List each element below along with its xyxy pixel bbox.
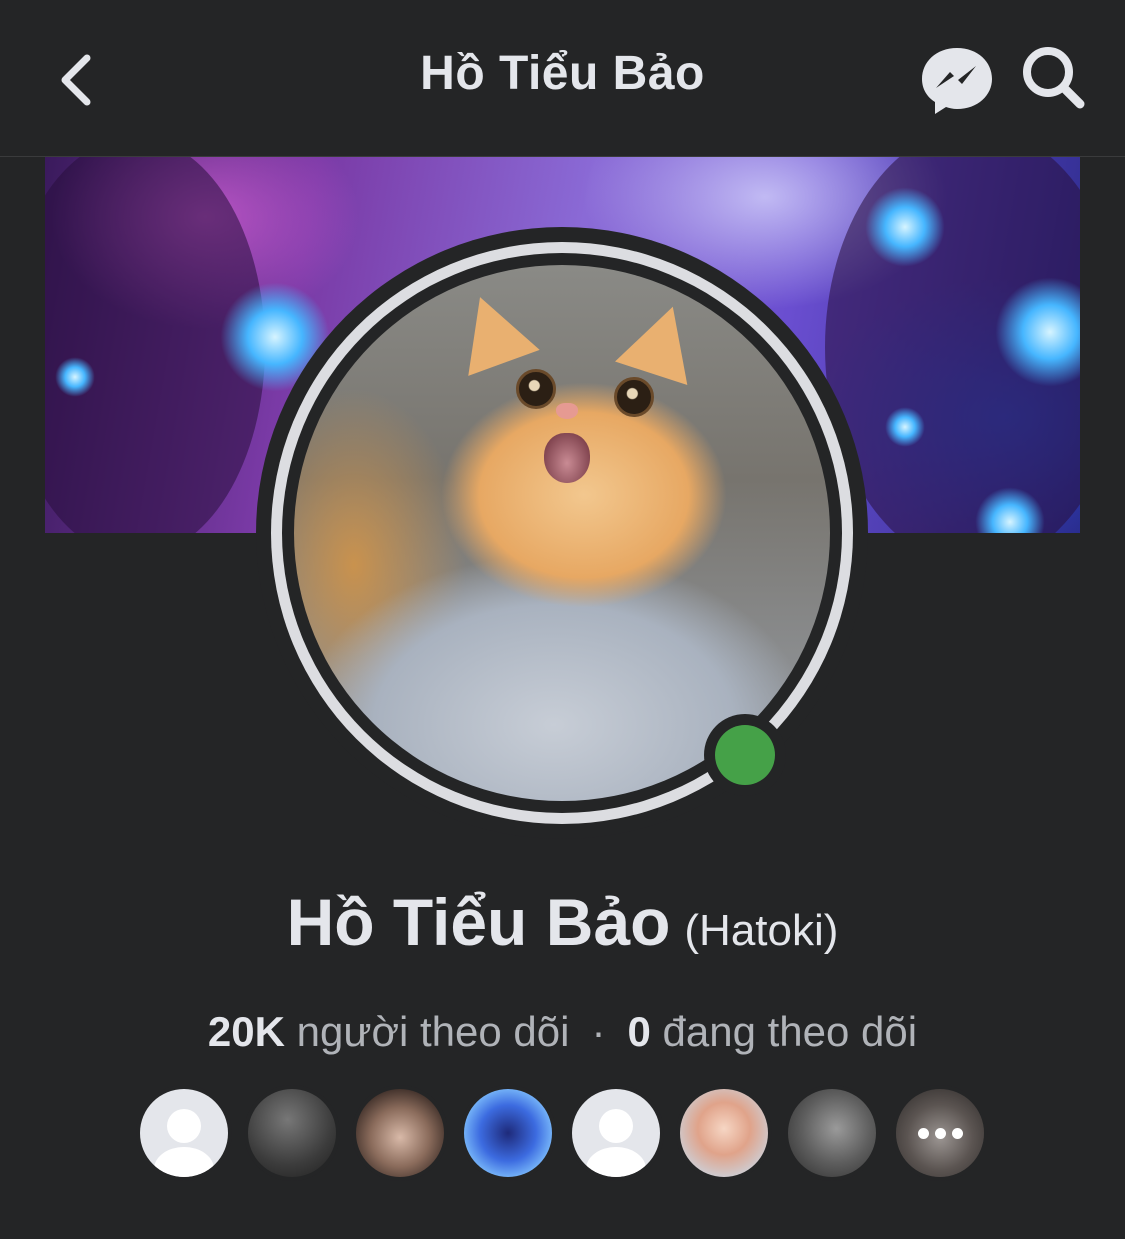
follower-avatar[interactable] (568, 1085, 664, 1181)
follower-avatars (136, 1085, 996, 1181)
stats-separator: · (591, 1008, 606, 1055)
followers-label: người theo dõi (296, 1008, 570, 1055)
search-button[interactable] (1018, 42, 1090, 114)
cat-mouth (544, 433, 590, 483)
following-count: 0 (627, 1008, 651, 1055)
follower-avatar[interactable] (676, 1085, 772, 1181)
messenger-icon (922, 48, 992, 114)
back-button[interactable] (40, 40, 110, 120)
cover-light-orb (885, 407, 925, 447)
chevron-left-icon (61, 54, 91, 106)
default-avatar-icon (140, 1089, 228, 1177)
cat-eye (516, 369, 556, 409)
cover-light-orb (55, 357, 95, 397)
follower-avatar[interactable] (352, 1085, 448, 1181)
follower-avatar[interactable] (136, 1085, 232, 1181)
follower-avatar[interactable] (460, 1085, 556, 1181)
profile-name-main: Hồ Tiểu Bảo (286, 885, 671, 959)
followers-count: 20K (207, 1008, 285, 1055)
search-icon (1023, 47, 1085, 109)
follower-photo (356, 1089, 444, 1177)
page-title: Hồ Tiểu Bảo (420, 47, 705, 100)
follower-avatar[interactable] (244, 1085, 340, 1181)
followers-link[interactable]: 20K người theo dõi (208, 1008, 570, 1055)
follower-photo (464, 1089, 552, 1177)
profile-name-alt: (Hatoki) (684, 906, 839, 955)
follower-photo (680, 1089, 768, 1177)
see-more-followers-button[interactable] (892, 1085, 988, 1181)
cover-light-orb (865, 187, 945, 267)
follower-photo (788, 1089, 876, 1177)
online-status-indicator (704, 714, 786, 796)
cat-ear (615, 294, 709, 386)
follow-stats: 20K người theo dõi · 0 đang theo dõi (0, 1008, 1125, 1056)
following-label: đang theo dõi (662, 1008, 918, 1055)
more-dots-icon (896, 1089, 984, 1177)
top-bar: Hồ Tiểu Bảo (0, 0, 1125, 157)
cat-nose (556, 403, 578, 419)
cat-eye (614, 377, 654, 417)
follower-photo (248, 1089, 336, 1177)
follower-avatar[interactable] (784, 1085, 880, 1181)
following-link[interactable]: 0 đang theo dõi (627, 1008, 917, 1055)
cat-ear (444, 284, 540, 376)
follower-photo (896, 1089, 984, 1177)
messenger-button[interactable] (918, 44, 996, 116)
profile-name: Hồ Tiểu Bảo (Hatoki) (0, 884, 1125, 960)
default-avatar-icon (572, 1089, 660, 1177)
